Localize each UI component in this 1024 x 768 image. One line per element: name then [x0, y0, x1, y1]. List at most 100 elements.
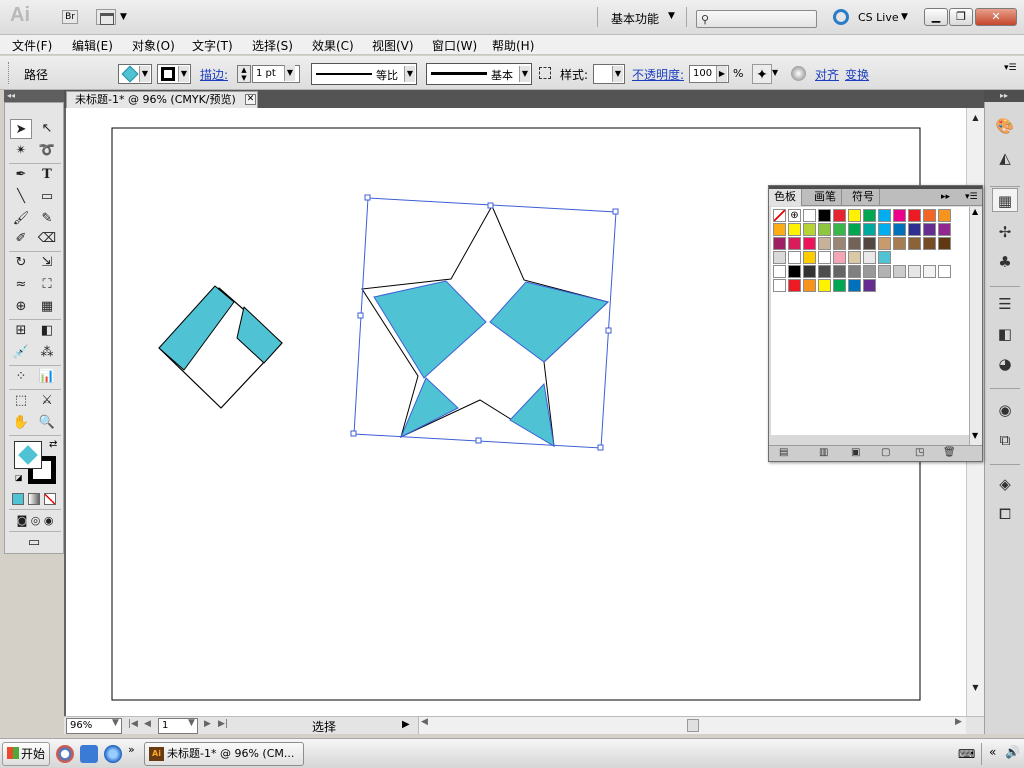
color-swatch[interactable]: [818, 223, 831, 236]
artboard-tool-icon[interactable]: ⬚: [10, 391, 32, 411]
registration-swatch[interactable]: ⊕: [788, 209, 801, 222]
color-swatch[interactable]: [803, 237, 816, 250]
color-swatch[interactable]: [938, 237, 951, 250]
menu-help[interactable]: 帮助(H): [492, 37, 534, 54]
color-swatch[interactable]: [923, 223, 936, 236]
browser-icon[interactable]: [56, 745, 74, 763]
mesh-tool-icon[interactable]: ⊞: [10, 321, 32, 341]
color-swatch[interactable]: [878, 251, 891, 264]
color-swatch[interactable]: [908, 237, 921, 250]
chevron-right-icon[interactable]: ▶: [402, 719, 410, 730]
color-swatch[interactable]: [833, 223, 846, 236]
new-color-group-icon[interactable]: ▢: [881, 447, 890, 458]
lasso-tool-icon[interactable]: ➰: [36, 141, 58, 161]
scroll-up-icon[interactable]: ▲: [972, 207, 978, 216]
workspace-switcher[interactable]: 基本功能: [611, 10, 659, 27]
blob-brush-tool-icon[interactable]: ✐: [10, 229, 32, 249]
warp-tool-icon[interactable]: ≈: [10, 275, 32, 295]
stroke-panel-icon[interactable]: ☰: [992, 292, 1018, 316]
chevron-down-icon[interactable]: ▼: [772, 68, 778, 77]
color-swatch[interactable]: [803, 209, 816, 222]
previous-artboard-icon[interactable]: ◀: [144, 719, 151, 729]
zoom-tool-icon[interactable]: 🔍: [36, 413, 58, 433]
color-swatch[interactable]: [923, 237, 936, 250]
color-swatch[interactable]: [863, 279, 876, 292]
collapse-icon[interactable]: ▸▸: [941, 192, 950, 202]
color-swatch[interactable]: [803, 265, 816, 278]
tab-brushes[interactable]: 画笔: [809, 189, 842, 206]
color-swatch[interactable]: [803, 279, 816, 292]
paintbrush-tool-icon[interactable]: 🖌: [10, 209, 32, 229]
last-artboard-icon[interactable]: ▶|: [218, 719, 228, 729]
color-swatch[interactable]: [923, 265, 936, 278]
color-swatch[interactable]: [863, 209, 876, 222]
color-swatch[interactable]: [848, 265, 861, 278]
menu-edit[interactable]: 编辑(E): [72, 37, 113, 54]
artboards-panel-icon[interactable]: ⧠: [992, 502, 1018, 526]
toolbox-collapse-icon[interactable]: ◂◂: [4, 90, 64, 102]
internet-explorer-icon[interactable]: [104, 745, 122, 763]
color-panel-icon[interactable]: 🎨: [992, 114, 1018, 138]
minimize-button[interactable]: ▁: [924, 8, 948, 26]
color-swatch[interactable]: [908, 209, 921, 222]
chevron-down-icon[interactable]: ▼: [188, 718, 195, 728]
transparency-panel-link[interactable]: 不透明度:: [632, 66, 684, 83]
color-mode-icon[interactable]: [12, 493, 24, 505]
symbols-panel-icon[interactable]: ♣: [992, 250, 1018, 274]
none-swatch[interactable]: [773, 209, 786, 222]
chevron-right-icon[interactable]: »: [128, 743, 135, 756]
color-swatch[interactable]: [818, 279, 831, 292]
color-guide-icon[interactable]: ◭: [992, 146, 1018, 170]
help-search-input[interactable]: ⚲: [696, 10, 817, 28]
color-swatch[interactable]: [833, 265, 846, 278]
color-swatch[interactable]: [893, 223, 906, 236]
document-tab[interactable]: 未标题-1* @ 96% (CMYK/预览): [66, 91, 258, 108]
menu-window[interactable]: 窗口(W): [432, 37, 477, 54]
brushes-panel-icon[interactable]: ✢: [992, 220, 1018, 244]
tab-swatches[interactable]: 色板: [769, 189, 802, 206]
color-swatch[interactable]: [938, 209, 951, 222]
color-swatch[interactable]: [788, 223, 801, 236]
color-swatch[interactable]: [878, 237, 891, 250]
graphic-styles-panel-icon[interactable]: ⧉: [992, 428, 1018, 452]
fill-color-dropdown[interactable]: ▼: [118, 64, 152, 84]
go-to-bridge-button[interactable]: Br: [62, 10, 78, 24]
stroke-color-dropdown[interactable]: ▼: [157, 64, 191, 84]
show-hidden-icons-icon[interactable]: «: [989, 745, 996, 759]
start-button[interactable]: 开始: [2, 742, 50, 766]
chevron-down-icon[interactable]: ▼: [120, 12, 127, 22]
pencil-tool-icon[interactable]: ✎: [36, 209, 58, 229]
color-swatch[interactable]: [848, 223, 861, 236]
color-swatch[interactable]: [893, 209, 906, 222]
color-swatch[interactable]: [923, 209, 936, 222]
hand-tool-icon[interactable]: ✋: [10, 413, 32, 433]
color-swatch[interactable]: [833, 279, 846, 292]
color-swatch[interactable]: [788, 265, 801, 278]
color-swatch[interactable]: [863, 223, 876, 236]
arrange-documents-icon[interactable]: [96, 9, 116, 25]
swap-fill-stroke-icon[interactable]: ⇄: [49, 439, 57, 450]
scroll-thumb[interactable]: [687, 719, 699, 732]
color-swatch[interactable]: [878, 209, 891, 222]
volume-icon[interactable]: 🔊: [1005, 745, 1020, 759]
quick-launch-icon[interactable]: [80, 745, 98, 763]
color-swatch[interactable]: [893, 265, 906, 278]
scroll-right-icon[interactable]: ▶: [955, 717, 962, 727]
color-swatch[interactable]: [833, 251, 846, 264]
color-swatch[interactable]: [773, 279, 786, 292]
symbol-sprayer-tool-icon[interactable]: ⁘: [10, 367, 32, 387]
graphic-style-dropdown[interactable]: ▼: [593, 64, 625, 84]
color-swatch[interactable]: [773, 265, 786, 278]
eraser-tool-icon[interactable]: ⌫: [36, 229, 58, 249]
swatch-libraries-icon[interactable]: ▤: [779, 447, 788, 458]
magic-wand-tool-icon[interactable]: ✴: [10, 141, 32, 161]
next-artboard-icon[interactable]: ▶: [204, 719, 211, 729]
shape-builder-tool-icon[interactable]: ⊕: [10, 297, 32, 317]
color-swatch[interactable]: [833, 237, 846, 250]
color-swatch[interactable]: [818, 237, 831, 250]
slice-tool-icon[interactable]: ⚔: [36, 391, 58, 411]
color-swatch[interactable]: [788, 237, 801, 250]
cs-live-icon[interactable]: [833, 9, 849, 25]
transform-panel-link[interactable]: 变换: [845, 66, 869, 83]
color-swatch[interactable]: [833, 209, 846, 222]
